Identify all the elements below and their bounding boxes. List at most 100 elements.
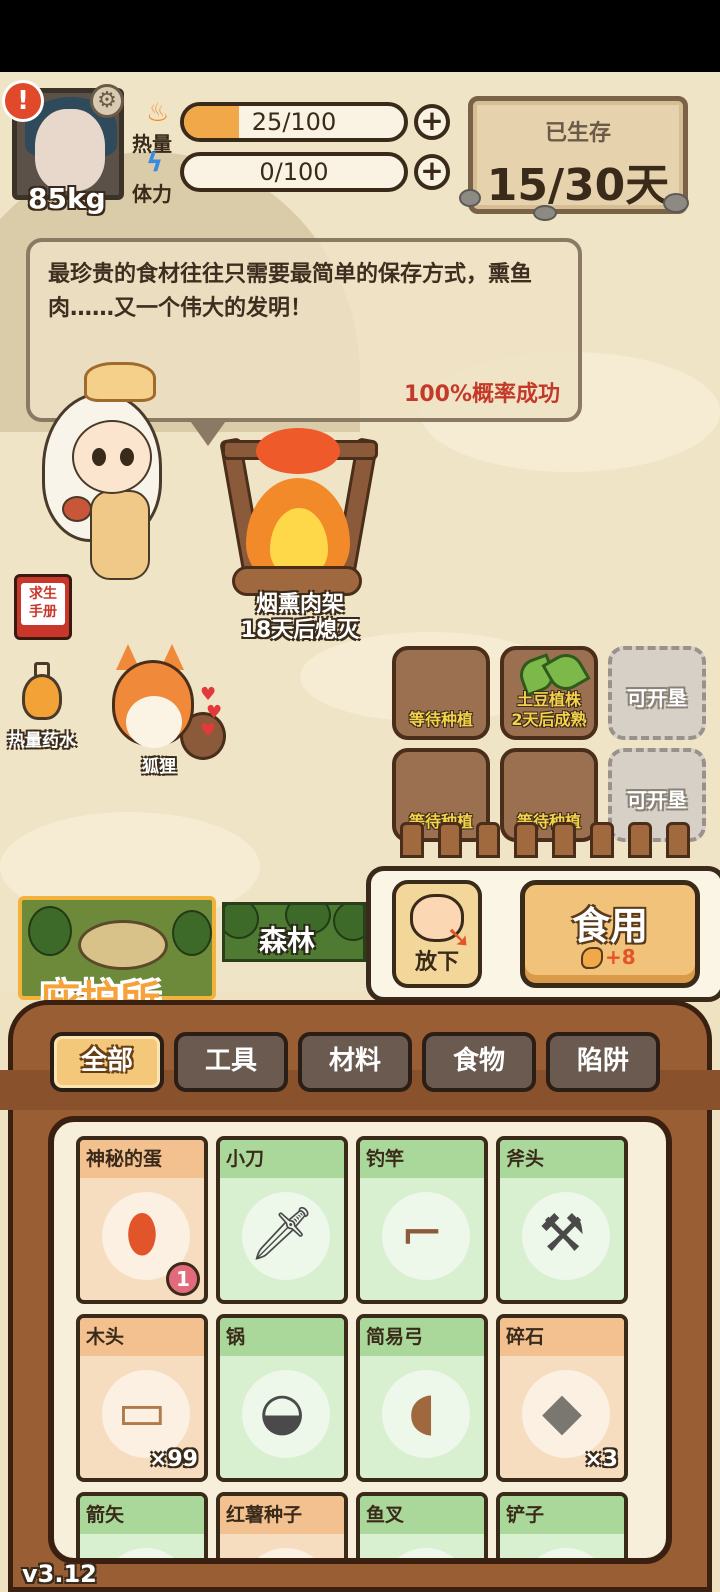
tree-icon xyxy=(333,905,363,941)
survival-days-sign: 已生存 15/30天 xyxy=(459,96,689,221)
inventory-item[interactable]: 小刀 🗡 xyxy=(216,1136,348,1304)
survival-label: 已生存 xyxy=(544,121,611,146)
campfire-timer: 18天后熄灭 xyxy=(240,618,360,643)
inventory-item[interactable]: 神秘的蛋 ⬮ 1 xyxy=(76,1136,208,1304)
fence-post xyxy=(590,822,614,858)
egg-icon: ⬮ xyxy=(125,1204,159,1264)
item-name: 小刀 xyxy=(226,1148,265,1170)
character-body xyxy=(90,490,150,580)
survival-manual-button[interactable]: 求生手册 xyxy=(14,574,72,640)
calories-bar: 25/100 xyxy=(180,102,408,142)
pot-icon: ◒ xyxy=(259,1382,305,1442)
fire-icon: ♨ xyxy=(146,98,170,128)
player-weight: 85kg xyxy=(28,182,106,215)
tab-materials[interactable]: 材料 xyxy=(298,1032,412,1092)
arrow-icon: ➶ xyxy=(80,1558,204,1564)
wood-log-icon: ▭ xyxy=(117,1382,167,1442)
item-name: 钓竿 xyxy=(366,1148,405,1170)
campfire-status: 烟熏肉架 18天后熄灭 xyxy=(200,592,400,644)
shelter-camp-icon xyxy=(78,920,168,970)
inventory-item[interactable]: 碎石 ◆ ×3 xyxy=(496,1314,628,1482)
avatar-face xyxy=(35,109,105,191)
inventory-item[interactable]: 箭矢 ➶ xyxy=(76,1492,208,1564)
fence-post xyxy=(400,822,424,858)
drop-label: 放下 xyxy=(414,950,459,975)
item-name: 铲子 xyxy=(506,1504,545,1526)
inventory-item[interactable]: 斧头 ⚒ xyxy=(496,1136,628,1304)
item-name: 碎石 xyxy=(506,1326,545,1348)
item-count: ×99 xyxy=(148,1447,198,1472)
potion-label: 热量药水 xyxy=(8,731,76,751)
inventory-item[interactable]: 红薯种子 • xyxy=(216,1492,348,1564)
calorie-icon xyxy=(581,947,603,969)
inventory-item[interactable]: 木头 ▭ ×99 xyxy=(76,1314,208,1482)
tab-traps[interactable]: 陷阱 xyxy=(546,1032,660,1092)
fence-post xyxy=(514,822,538,858)
item-name: 木头 xyxy=(86,1326,125,1348)
fox-chest xyxy=(126,696,182,748)
system-status-bar xyxy=(0,0,720,72)
plot-status: 可开垦 xyxy=(627,788,687,812)
item-name: 神秘的蛋 xyxy=(86,1148,163,1170)
character-eye xyxy=(120,448,134,466)
knife-icon: 🗡 xyxy=(248,1204,315,1264)
add-calories-button[interactable]: + xyxy=(414,104,450,140)
fishing-rod-icon: ⌐ xyxy=(400,1204,444,1264)
inventory-grid: 神秘的蛋 ⬮1 小刀 🗡 钓竿 ⌐ 斧头⚒ 木头 ▭ ×99 锅◒简易弓◖碎石◆×3 箭矢➶红薯种子•… xyxy=(48,1116,672,1564)
plot-status: 土豆植株 2天后成熟 xyxy=(511,690,587,729)
plot-status: 可开垦 xyxy=(627,686,687,710)
seed-icon: • xyxy=(220,1558,344,1564)
tree-icon xyxy=(172,910,212,956)
inventory-item[interactable]: 锅 ◒ xyxy=(216,1314,348,1482)
survival-days: 15/30天 xyxy=(486,160,670,211)
fence-post xyxy=(476,822,500,858)
forest-location-card[interactable]: 森林 xyxy=(222,902,366,962)
farm-plot[interactable]: 土豆植株 2天后成熟 xyxy=(500,646,598,740)
eat-label: 食用 xyxy=(571,904,648,948)
inventory-item[interactable]: 鱼叉 ⇞ xyxy=(356,1492,488,1564)
drop-button[interactable]: ➘ 放下 xyxy=(392,880,482,988)
farm-plot[interactable]: 等待种植 xyxy=(392,646,490,740)
manual-label: 求生手册 xyxy=(29,586,57,620)
smoking-meat-icon xyxy=(256,428,340,474)
character-bow xyxy=(84,362,156,402)
fence-post xyxy=(552,822,576,858)
meat-icon xyxy=(62,496,92,522)
eat-button[interactable]: 食用 +8 xyxy=(520,880,700,988)
character-eye xyxy=(92,448,106,466)
tree-icon xyxy=(225,905,259,939)
item-name: 鱼叉 xyxy=(366,1504,405,1526)
item-icon-backdrop xyxy=(382,1548,470,1558)
alert-icon[interactable]: ! xyxy=(2,80,44,122)
inventory-item[interactable]: 钓竿 ⌐ xyxy=(356,1136,488,1304)
add-stamina-button[interactable]: + xyxy=(414,154,450,190)
fence xyxy=(390,822,720,858)
tab-tools[interactable]: 工具 xyxy=(174,1032,288,1092)
lightning-icon: ϟ xyxy=(146,148,164,178)
item-icon-backdrop xyxy=(522,1548,610,1558)
dialogue-text: 最珍贵的食材往往只需要最简单的保存方式，熏鱼肉……又一个伟大的发明！ xyxy=(48,262,533,321)
item-icon-backdrop xyxy=(242,1548,330,1558)
inventory-item[interactable]: 简易弓 ◖ xyxy=(356,1314,488,1482)
stamina-label: 体力 xyxy=(132,182,172,206)
stone-decoration xyxy=(663,193,689,213)
fence-post xyxy=(666,822,690,858)
item-name: 简易弓 xyxy=(366,1326,424,1348)
tab-food[interactable]: 食物 xyxy=(422,1032,536,1092)
gear-icon[interactable]: ⚙ xyxy=(90,84,124,118)
item-badge: 1 xyxy=(166,1262,200,1296)
stamina-bar: 0/100 xyxy=(180,152,408,192)
calorie-potion-icon[interactable] xyxy=(22,674,62,720)
tab-all[interactable]: 全部 xyxy=(50,1032,164,1092)
farm-plot-locked[interactable]: 可开垦 xyxy=(608,646,706,740)
shovel-icon: ⚲ xyxy=(500,1558,624,1564)
character-face[interactable] xyxy=(72,420,152,494)
tree-icon xyxy=(28,906,72,956)
inventory-item[interactable]: 铲子 ⚲ xyxy=(496,1492,628,1564)
heart-icon: ♥ xyxy=(200,720,217,741)
pet-label: 狐狸 xyxy=(142,757,176,777)
harpoon-icon: ⇞ xyxy=(360,1558,484,1564)
item-count: ×3 xyxy=(584,1447,618,1472)
eat-bonus: +8 xyxy=(605,945,636,969)
item-icon-backdrop xyxy=(102,1548,190,1558)
